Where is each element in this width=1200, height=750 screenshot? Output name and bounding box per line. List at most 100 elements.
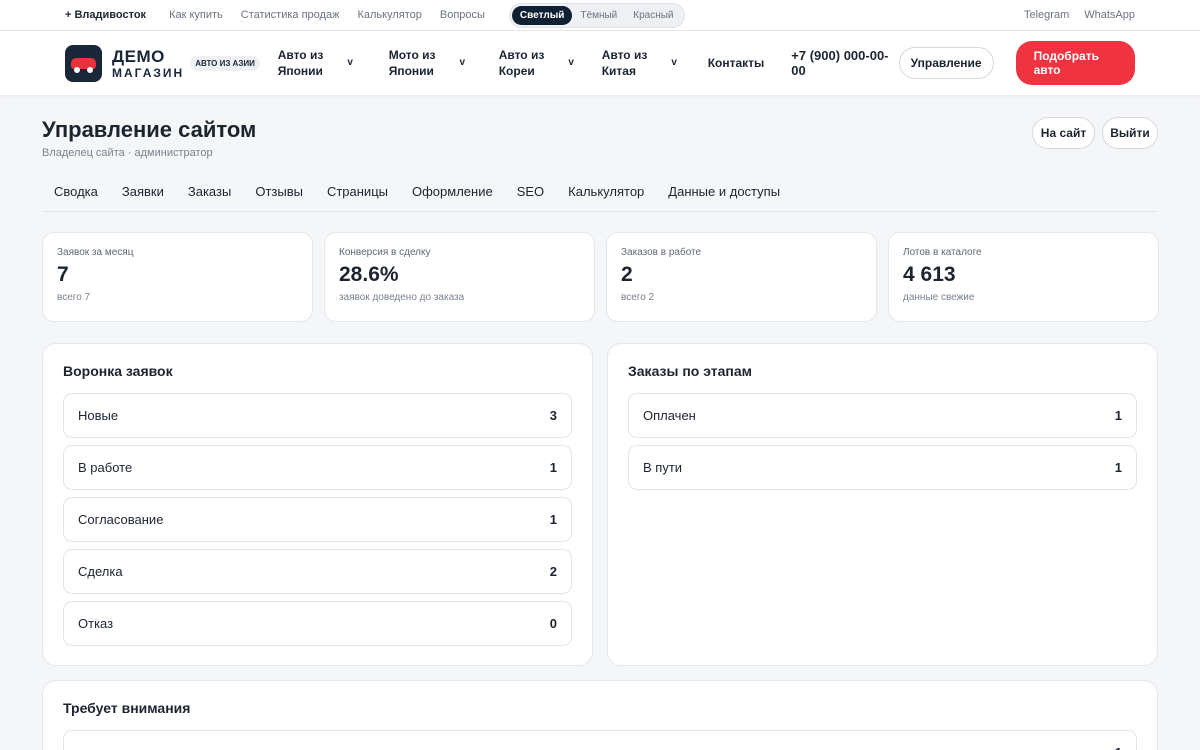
tab-data-access[interactable]: Данные и доступы <box>656 184 792 199</box>
row-count: 1 <box>549 512 557 527</box>
funnel-title: Воронка заявок <box>63 363 173 379</box>
tab-requests[interactable]: Заявки <box>110 184 176 199</box>
nav-cars-china[interactable]: Авто из Китая v <box>602 47 688 79</box>
chevron-down-icon: v <box>459 57 466 68</box>
stat-value: 7 <box>57 263 69 286</box>
logo-line2: МАГАЗИН <box>112 65 185 80</box>
funnel-row[interactable]: Новые 3 <box>63 393 572 438</box>
orders-title: Заказы по этапам <box>628 363 753 379</box>
tab-reviews[interactable]: Отзывы <box>243 184 315 199</box>
order-stage-row[interactable]: Оплачен 1 <box>628 393 1137 438</box>
main-nav: Авто из Японии v Мото из Японии v Авто из К… <box>278 47 688 79</box>
nav-cars-japan[interactable]: Авто из Японии v <box>278 47 389 79</box>
nav-label: Авто из <box>277 48 324 62</box>
stat-sub: всего 2 <box>621 292 655 303</box>
row-count: 1 <box>549 460 557 475</box>
main-header: ДЕМО МАГАЗИН АВТО ИЗ АЗИИ Авто из Японии … <box>0 31 1200 95</box>
chevron-down-icon: v <box>347 57 353 68</box>
nav-contacts[interactable]: Контакты <box>708 56 765 70</box>
nav-label: Кореи <box>498 64 535 78</box>
stat-value: 2 <box>621 263 633 286</box>
attention-title: Требует внимания <box>63 700 191 716</box>
link-sales-stats[interactable]: Статистика продаж <box>241 9 340 21</box>
attention-card: Требует внимания 1 <box>42 680 1158 750</box>
tab-seo[interactable]: SEO <box>505 184 556 199</box>
stat-card: Лотов в каталоге 4 613 данные свежие <box>888 232 1159 322</box>
stat-label: Заказов в работе <box>621 247 702 258</box>
site-logo[interactable]: ДЕМО МАГАЗИН АВТО ИЗ АЗИИ <box>65 44 278 82</box>
row-count: 1 <box>1114 460 1122 475</box>
row-label: В пути <box>643 460 683 475</box>
stat-card: Заявок за месяц 7 всего 7 <box>42 232 313 322</box>
orders-card: Заказы по этапам Оплачен 1 В пути 1 <box>607 343 1158 666</box>
top-bar: + Владивосток Как купить Статистика прод… <box>0 0 1200 31</box>
stats-row: Заявок за месяц 7 всего 7 Конверсия в сд… <box>42 232 1159 322</box>
order-stage-row[interactable]: В пути 1 <box>628 445 1137 490</box>
link-telegram[interactable]: Telegram <box>1024 9 1069 21</box>
row-count: 1 <box>1114 408 1122 423</box>
logout-button[interactable]: Выйти <box>1102 117 1158 149</box>
tab-summary[interactable]: Сводка <box>42 184 110 199</box>
nav-cars-korea[interactable]: Авто из Кореи v <box>499 47 602 79</box>
chevron-down-icon: v <box>568 57 574 68</box>
nav-moto-japan[interactable]: Мото из Японии v <box>389 47 499 79</box>
row-label: Согласование <box>78 512 164 527</box>
city-selector[interactable]: + Владивосток <box>65 9 146 21</box>
row-label: Отказ <box>78 616 114 631</box>
theme-light[interactable]: Светлый <box>511 5 573 25</box>
car-icon <box>65 44 102 82</box>
admin-tabs: Сводка Заявки Заказы Отзывы Страницы Офо… <box>42 172 1158 212</box>
logo-badge: АВТО ИЗ АЗИИ <box>190 55 260 71</box>
row-label: Оплачен <box>643 408 696 423</box>
chevron-down-icon: v <box>671 57 677 68</box>
row-label: Сделка <box>78 564 123 579</box>
stat-card: Конверсия в сделку 28.6% заявок доведено… <box>324 232 595 322</box>
social-links: Telegram WhatsApp <box>1024 9 1135 21</box>
stat-label: Заявок за месяц <box>57 247 134 258</box>
manage-button[interactable]: Управление <box>898 47 994 79</box>
stat-sub: данные свежие <box>903 292 975 303</box>
attention-row[interactable]: 1 <box>63 730 1137 750</box>
funnel-row[interactable]: Отказ 0 <box>63 601 572 646</box>
funnel-row[interactable]: В работе 1 <box>63 445 572 490</box>
nav-label: Японии <box>388 64 434 78</box>
stat-value: 4 613 <box>903 263 956 286</box>
stat-sub: всего 7 <box>57 292 91 303</box>
stat-sub: заявок доведено до заказа <box>339 292 465 303</box>
theme-switcher: Светлый Тёмный Красный <box>508 2 685 28</box>
nav-label: Японии <box>277 64 323 78</box>
link-calculator[interactable]: Калькулятор <box>357 9 421 21</box>
logo-line1: ДЕМО <box>112 46 165 66</box>
theme-dark[interactable]: Тёмный <box>572 6 625 25</box>
theme-red[interactable]: Красный <box>625 6 681 25</box>
page-subtitle: Владелец сайта · администратор <box>42 147 213 159</box>
stat-label: Конверсия в сделку <box>339 247 431 258</box>
to-site-button[interactable]: На сайт <box>1032 117 1095 149</box>
tab-design[interactable]: Оформление <box>400 184 505 199</box>
row-count: 0 <box>549 616 557 631</box>
tab-calculator[interactable]: Калькулятор <box>556 184 656 199</box>
link-questions[interactable]: Вопросы <box>440 9 485 21</box>
link-how-to-buy[interactable]: Как купить <box>169 9 223 21</box>
funnel-card: Воронка заявок Новые 3 В работе 1 Согласов… <box>42 343 593 666</box>
nav-label: Авто из <box>498 48 545 62</box>
row-label: В работе <box>78 460 133 475</box>
link-whatsapp[interactable]: WhatsApp <box>1084 9 1135 21</box>
row-count: 3 <box>549 408 557 423</box>
stat-label: Лотов в каталоге <box>903 247 982 258</box>
tab-pages[interactable]: Страницы <box>315 184 400 199</box>
row-count: 1 <box>1115 745 1122 750</box>
funnel-row[interactable]: Сделка 2 <box>63 549 572 594</box>
funnel-row[interactable]: Согласование 1 <box>63 497 572 542</box>
logo-text: ДЕМО МАГАЗИН <box>112 48 184 79</box>
row-label: Новые <box>78 408 119 423</box>
pick-car-button[interactable]: Подобрать авто <box>1015 41 1135 85</box>
page-title: Управление сайтом <box>42 117 257 142</box>
nav-label: Авто из <box>601 48 648 62</box>
nav-label: Китая <box>601 64 636 78</box>
tab-orders[interactable]: Заказы <box>176 184 243 199</box>
stat-card: Заказов в работе 2 всего 2 <box>606 232 877 322</box>
nav-label: Мото из <box>388 48 436 62</box>
phone-number[interactable]: +7 (900) 000-00-00 <box>791 48 888 78</box>
row-count: 2 <box>549 564 557 579</box>
